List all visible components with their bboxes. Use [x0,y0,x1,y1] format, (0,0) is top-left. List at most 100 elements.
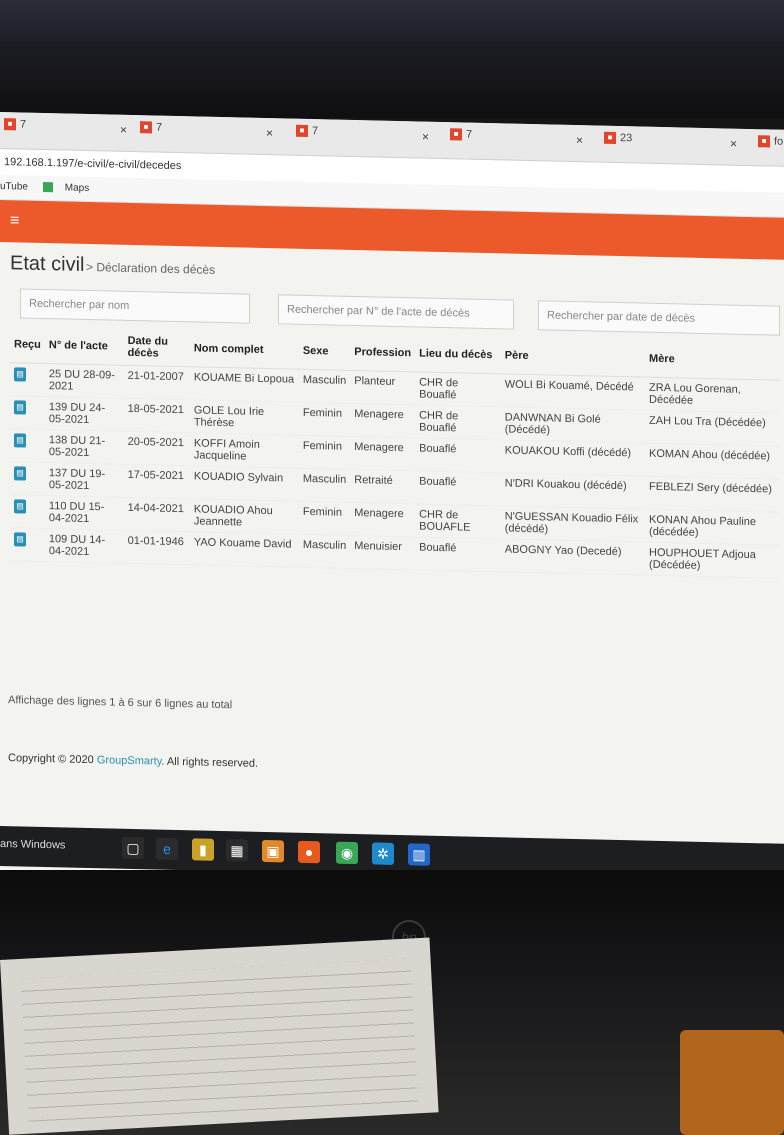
father: WOLI Bi Kouamé, Décédé [500,373,646,411]
father: N'GUESSAN Kouadio Félix (décédé) [500,505,646,543]
mother: KOMAN Ahou (décédée) [645,443,780,480]
sex: Masculin [298,468,351,503]
full-name: GOLE Lou Irie Thérèse [189,399,299,436]
file-explorer-icon[interactable]: ▮ [192,838,214,861]
father: DANWNAN Bi Golé (Décédé) [500,406,646,444]
full-name: KOUAME Bi Lopoua [189,366,299,403]
death-place: Bouaflé [415,470,501,506]
page-title: Etat civil [10,252,85,276]
full-name: KOFFI Amoin Jacqueline [189,432,299,469]
column-header[interactable]: Lieu du décès [415,335,501,374]
death-date: 20-05-2021 [123,431,190,466]
pagination-summary: Affichage des lignes 1 à 6 sur 6 lignes … [8,694,233,712]
sex: Feminin [298,435,351,470]
browser-tab[interactable]: ■ fo [758,135,784,164]
death-date: 01-01-1946 [123,530,190,565]
tab-favicon-icon: ■ [296,124,308,138]
menu-icon[interactable]: ≡ [10,212,19,230]
profession: Menagere [350,403,416,438]
firefox-icon[interactable]: ● [298,840,320,864]
tab-favicon-icon: ■ [450,128,462,141]
browser-tab[interactable]: ■ 7 × [140,121,280,152]
bookmark-maps[interactable]: Maps [42,182,101,194]
receipt-icon[interactable]: ▤ [14,466,26,481]
sex: Masculin [298,369,351,404]
app-icon[interactable]: ▣ [262,839,284,863]
tab-close-icon[interactable]: × [730,137,737,151]
profession: Menagere [350,436,416,471]
tab-close-icon[interactable]: × [422,130,429,144]
column-header[interactable]: Mère [645,340,780,381]
mother: ZAH Lou Tra (Décédée) [645,410,780,447]
acte-number: 139 DU 24-05-2021 [44,396,124,432]
paper-document [0,937,439,1135]
mother: KONAN Ahou Pauline (décédée) [645,509,780,546]
death-place: CHR de Bouaflé [415,404,501,440]
maps-icon [42,182,53,193]
mother: HOUPHOUET Adjoua (Décédée) [645,542,780,579]
full-name: KOUADIO Sylvain [189,465,299,502]
acte-number: 109 DU 14-04-2021 [44,528,124,564]
tab-favicon-icon: ■ [140,121,152,134]
brand-link[interactable]: GroupSmarty [97,754,162,767]
breadcrumb[interactable]: > Déclaration des décès [86,260,215,277]
death-place: CHR de BOUAFLE [415,503,501,539]
orange-object [680,1030,784,1135]
column-header[interactable]: Nom complet [189,330,299,370]
browser-tab[interactable]: ■ 7 × [296,124,436,156]
acte-number: 137 DU 19-05-2021 [44,462,124,498]
paper-lines [21,958,419,1124]
sex: Masculin [298,534,351,569]
chrome-icon[interactable]: ◉ [336,841,358,865]
bookmark-youtube[interactable]: uTube [0,181,28,193]
acte-number: 138 DU 21-05-2021 [44,429,124,465]
profession: Menagere [350,502,416,537]
mother: ZRA Lou Gorenan, Décédée [645,377,780,414]
tab-close-icon[interactable]: × [576,133,583,147]
search-by-name-input[interactable]: Rechercher par nom [20,288,250,324]
sex: Feminin [298,501,351,536]
column-header[interactable]: Sexe [298,332,351,371]
column-header[interactable]: N° de l'acte [44,327,124,366]
receipt-icon[interactable]: ▤ [14,499,26,514]
sex: Feminin [298,402,351,437]
column-header[interactable]: Reçu [10,326,45,364]
tab-favicon-icon: ■ [604,131,616,145]
column-header[interactable]: Profession [350,333,416,372]
column-header[interactable]: Père [500,337,646,378]
father: N'DRI Kouakou (décédé) [500,472,646,510]
edge-browser-icon[interactable]: e [156,837,178,861]
url-text: 192.168.1.197/e-civil/e-civil/decedes [4,156,182,173]
column-header[interactable]: Date du décès [123,328,190,367]
tab-favicon-icon: ■ [4,118,16,131]
browser-tab[interactable]: ■ 7 × [4,118,134,149]
profession: Menuisier [350,535,416,570]
death-date: 14-04-2021 [123,497,190,532]
app-window-icon[interactable]: ▥ [408,843,430,866]
death-place: CHR de Bouaflé [415,371,501,407]
death-date: 17-05-2021 [123,464,190,499]
acte-number: 110 DU 15-04-2021 [44,495,124,531]
tab-close-icon[interactable]: × [266,126,273,140]
task-view-icon[interactable]: ▢ [122,836,144,860]
browser-tab[interactable]: ■ 23 × [604,131,744,163]
browser-tab[interactable]: ■ 7 × [450,128,590,159]
search-by-date-input[interactable]: Rechercher par date de décès [538,300,780,336]
profession: Planteur [350,370,416,405]
receipt-icon[interactable]: ▤ [14,400,26,415]
deaths-table: Reçu N° de l'acte Date du décès Nom comp… [10,326,780,579]
full-name: YAO Kouame David [189,531,299,568]
taskbar-search[interactable]: ans Windows [0,838,65,851]
receipt-icon[interactable]: ▤ [14,433,26,448]
search-by-number-input[interactable]: Rechercher par N° de l'acte de décès [278,294,514,330]
death-date: 21-01-2007 [123,365,190,400]
father: KOUAKOU Koffi (décédé) [500,439,646,477]
tab-close-icon[interactable]: × [120,123,127,137]
death-place: Bouaflé [415,437,501,473]
death-date: 18-05-2021 [123,398,190,433]
receipt-icon[interactable]: ▤ [14,367,26,382]
monitor-bezel-top [0,0,784,118]
settings-app-icon[interactable]: ✲ [372,842,394,865]
receipt-icon[interactable]: ▤ [14,532,26,547]
store-icon[interactable]: ▦ [226,839,248,862]
